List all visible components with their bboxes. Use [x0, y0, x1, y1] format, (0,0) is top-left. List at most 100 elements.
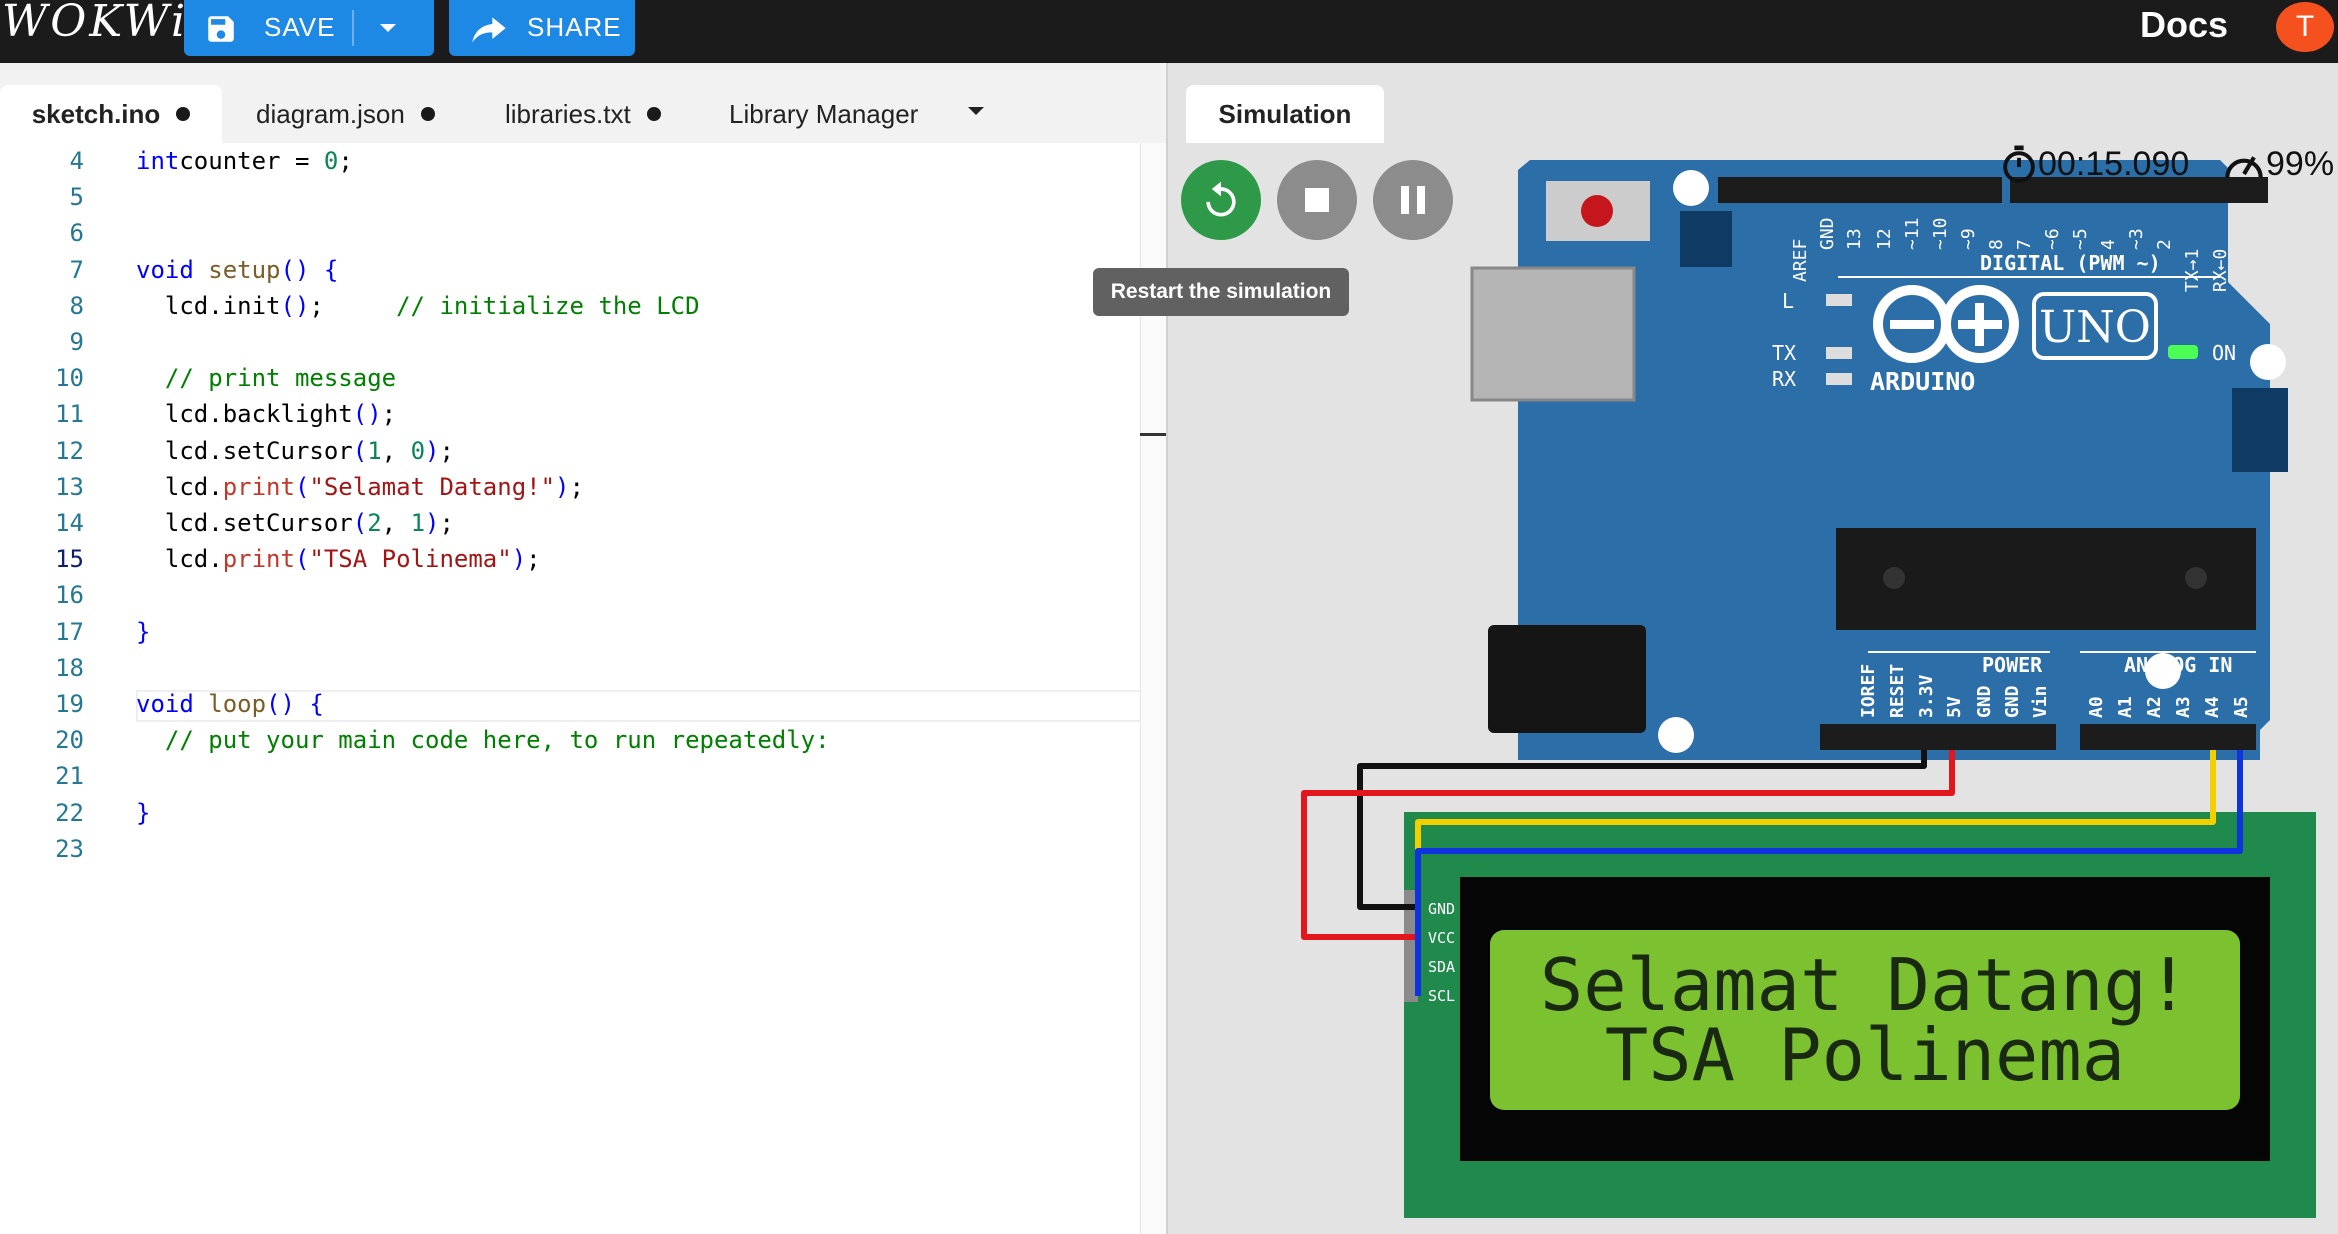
code-line[interactable]: 18	[0, 650, 1140, 686]
tab-menu-chevron-icon[interactable]	[964, 103, 988, 119]
pause-simulation-button[interactable]	[1373, 160, 1453, 240]
code-text: lcd.backlight();	[136, 400, 397, 429]
gnd-top-label: GND	[1817, 217, 1838, 250]
code-text: lcd.print("Selamat Datang!");	[136, 472, 584, 501]
stop-icon	[1305, 188, 1329, 212]
digital-pin-label: 4	[2098, 239, 2119, 250]
tab-label: Library Manager	[729, 98, 919, 129]
line-number: 18	[55, 653, 84, 682]
save-label: SAVE	[264, 12, 336, 42]
lcd-1602-module[interactable]: Selamat Datang! TSA Polinema GND VCC SDA…	[1404, 812, 2316, 1218]
mounting-hole	[1658, 717, 1694, 753]
scrollbar-cursor-marker	[1140, 433, 1166, 436]
arduino-uno-board[interactable]: UNO ARDUINO ON TX RX L DIGITAL (PWM ~) A…	[1470, 160, 2288, 760]
speed-value: 99%	[2266, 144, 2335, 183]
icsp-header-2	[2232, 388, 2288, 472]
line-number: 10	[55, 364, 84, 393]
code-line[interactable]: 6	[0, 215, 1140, 251]
code-text: intcounter = 0;	[136, 147, 353, 175]
code-line[interactable]: 21	[0, 758, 1140, 794]
code-line[interactable]: 9	[0, 324, 1140, 360]
lcd-pin-vcc: VCC	[1428, 929, 1455, 947]
tab-diagram[interactable]: diagram.json	[256, 85, 435, 143]
usb-connector	[1470, 266, 1636, 402]
code-line[interactable]: 20 // put your main code here, to run re…	[0, 722, 1140, 758]
lcd-line-2: TSA Polinema	[1605, 1013, 2125, 1097]
l-led	[1826, 294, 1852, 306]
stop-simulation-button[interactable]	[1277, 160, 1357, 240]
tab-sketch[interactable]: sketch.ino	[0, 85, 222, 143]
share-button[interactable]: SHARE	[449, 0, 635, 56]
code-line[interactable]: 19 void loop() {	[0, 686, 1140, 722]
code-line[interactable]: 16	[0, 577, 1140, 613]
code-line[interactable]: 14 lcd.setCursor(2, 1);	[0, 505, 1140, 541]
power-pin-label: GND	[2002, 685, 2023, 718]
share-label: SHARE	[527, 12, 622, 42]
power-header	[1820, 724, 2056, 750]
code-line[interactable]: 10 // print message	[0, 360, 1140, 396]
line-number: 15	[55, 545, 84, 574]
digital-pin-label: 7	[2014, 239, 2035, 250]
docs-link[interactable]: Docs	[2140, 4, 2228, 46]
line-number: 4	[69, 147, 84, 175]
code-text: lcd.init(); // initialize the LCD	[136, 291, 700, 320]
l-label: L	[1782, 289, 1794, 313]
code-line[interactable]: 15 lcd.print("TSA Polinema");	[0, 541, 1140, 577]
code-line[interactable]: 4 intcounter = 0;	[0, 143, 1140, 179]
unsaved-dot-icon	[176, 107, 191, 121]
tab-library-manager[interactable]: Library Manager	[729, 85, 918, 143]
code-text: // print message	[164, 364, 397, 393]
top-bar: WOKWi SAVE SHARE Docs T	[0, 0, 2338, 63]
digital-header-left	[1718, 177, 2002, 203]
simulation-speed: 99%	[2222, 144, 2334, 184]
code-line[interactable]: 8 lcd.init(); // initialize the LCD	[0, 288, 1140, 324]
share-icon	[472, 17, 506, 43]
reset-button	[1581, 195, 1613, 227]
line-number: 23	[55, 834, 84, 863]
save-button[interactable]: SAVE	[184, 0, 434, 56]
digital-pin-label: TX→1	[2182, 249, 2203, 292]
stopwatch-icon	[2003, 145, 2035, 183]
power-pin-label: RESET	[1887, 664, 1908, 718]
code-line[interactable]: 23	[0, 831, 1140, 867]
lcd-pin-scl: SCL	[1428, 987, 1455, 1005]
power-pin-label: 3.3V	[1916, 674, 1937, 718]
code-line[interactable]: 17}	[0, 614, 1140, 650]
analog-pin-label: A1	[2115, 696, 2136, 718]
icsp-header	[1680, 211, 1732, 267]
user-avatar[interactable]: T	[2276, 2, 2334, 52]
code-line[interactable]: 12 lcd.setCursor(1, 0);	[0, 433, 1140, 469]
power-pin-label: 5V	[1944, 696, 1965, 718]
restart-tooltip: Restart the simulation	[1093, 268, 1349, 316]
digital-pin-label: 12	[1874, 228, 1895, 250]
simulation-timer: 00:15.090	[2000, 144, 2189, 184]
code-editor[interactable]: 4 intcounter = 0; 5 6 7 void setup() {8 lcd.i…	[0, 143, 1162, 1234]
code-line[interactable]: 7 void setup() {	[0, 252, 1140, 288]
rx-led	[1826, 373, 1852, 385]
tab-simulation[interactable]: Simulation	[1186, 85, 1384, 143]
rx-label: RX	[1772, 367, 1796, 391]
code-line[interactable]: 5	[0, 179, 1140, 215]
digital-pin-label: ~11	[1902, 217, 1923, 250]
restart-icon	[1206, 181, 1236, 217]
tab-label: diagram.json	[256, 98, 405, 129]
code-line[interactable]: 11 lcd.backlight();	[0, 396, 1140, 432]
analog-label: ANALOG IN	[2124, 653, 2232, 677]
digital-pin-label: ~5	[2070, 228, 2091, 250]
tx-led	[1826, 347, 1852, 359]
power-pin-label: Vin	[2030, 685, 2051, 718]
aref-label: AREF	[1790, 239, 1811, 282]
line-number: 20	[55, 726, 84, 755]
power-jack	[1488, 625, 1646, 733]
tab-libraries[interactable]: libraries.txt	[505, 85, 661, 143]
restart-simulation-button[interactable]	[1181, 160, 1261, 240]
code-line[interactable]: 13 lcd.print("Selamat Datang!");	[0, 469, 1140, 505]
uno-label: UNO	[2039, 302, 2151, 353]
code-line[interactable]: 22}	[0, 795, 1140, 831]
chevron-down-icon[interactable]	[376, 18, 400, 38]
wokwi-logo[interactable]: WOKWi	[2, 0, 188, 47]
line-number: 12	[55, 436, 84, 465]
code-text: }	[136, 617, 151, 646]
tx-label: TX	[1772, 341, 1796, 365]
analog-header	[2080, 724, 2256, 750]
